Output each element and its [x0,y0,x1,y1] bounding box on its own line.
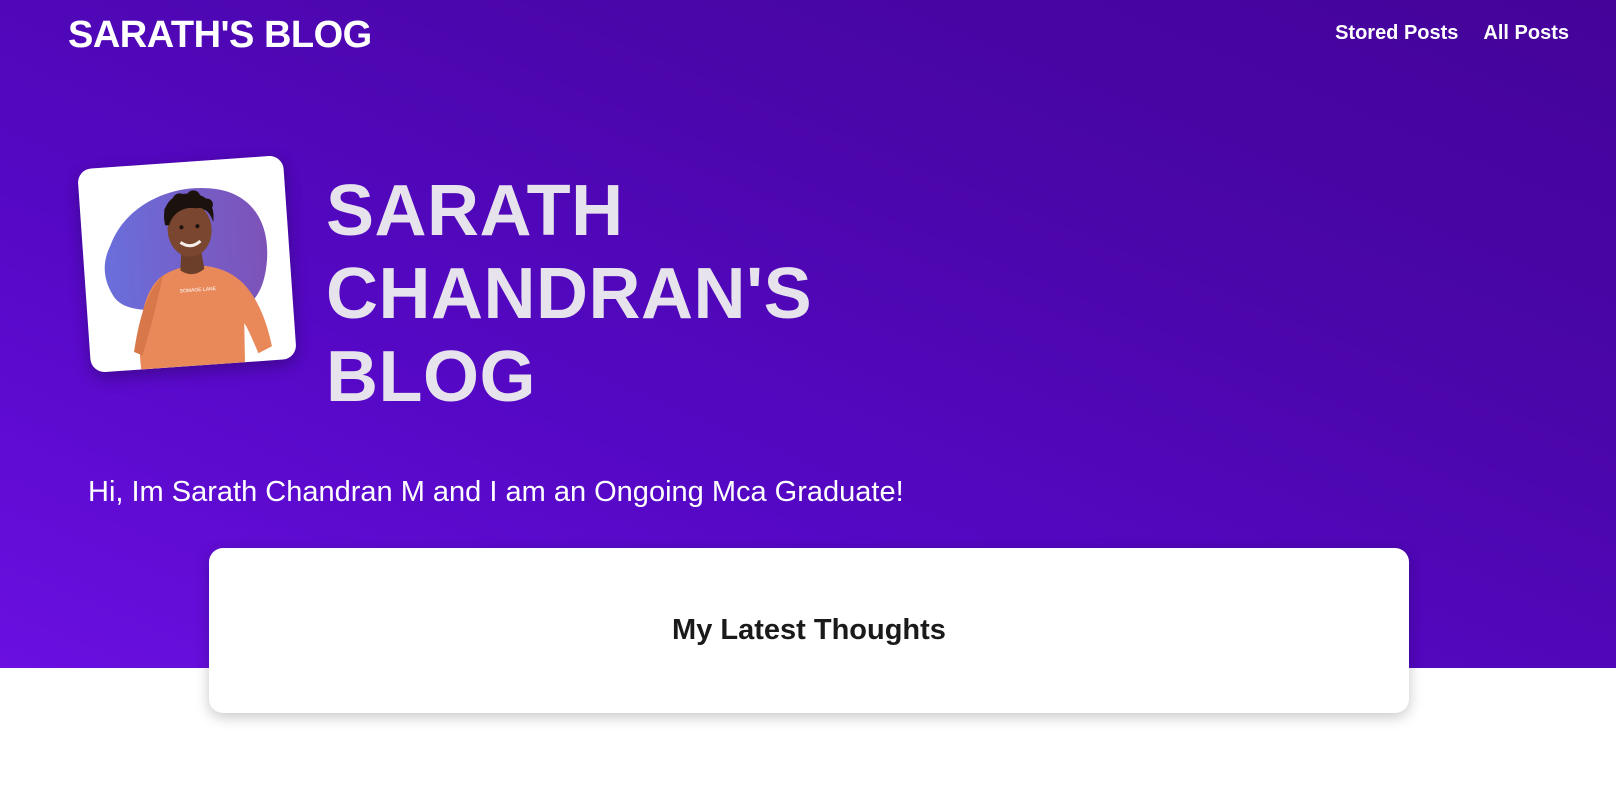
main-nav: Stored Posts All Posts [1335,22,1569,45]
latest-thoughts-card: My Latest Thoughts [209,548,1409,713]
avatar: SOMAGE LANE [77,155,297,373]
nav-link-stored-posts[interactable]: Stored Posts [1335,22,1458,45]
hero-heading: SARATH CHANDRAN'S BLOG [326,170,846,419]
hero-intro: Hi, Im Sarath Chandran M and I am an Ong… [88,476,904,508]
site-title[interactable]: SARATH'S BLOG [68,12,372,58]
hero-heading-line-1: SARATH [326,171,624,251]
nav-link-all-posts[interactable]: All Posts [1483,22,1569,45]
latest-thoughts-title: My Latest Thoughts [672,614,946,646]
profile-photo: SOMAGE LANE [104,188,272,370]
hero-heading-line-2: CHANDRAN'S [326,254,813,334]
hero-heading-line-3: BLOG [326,337,536,417]
